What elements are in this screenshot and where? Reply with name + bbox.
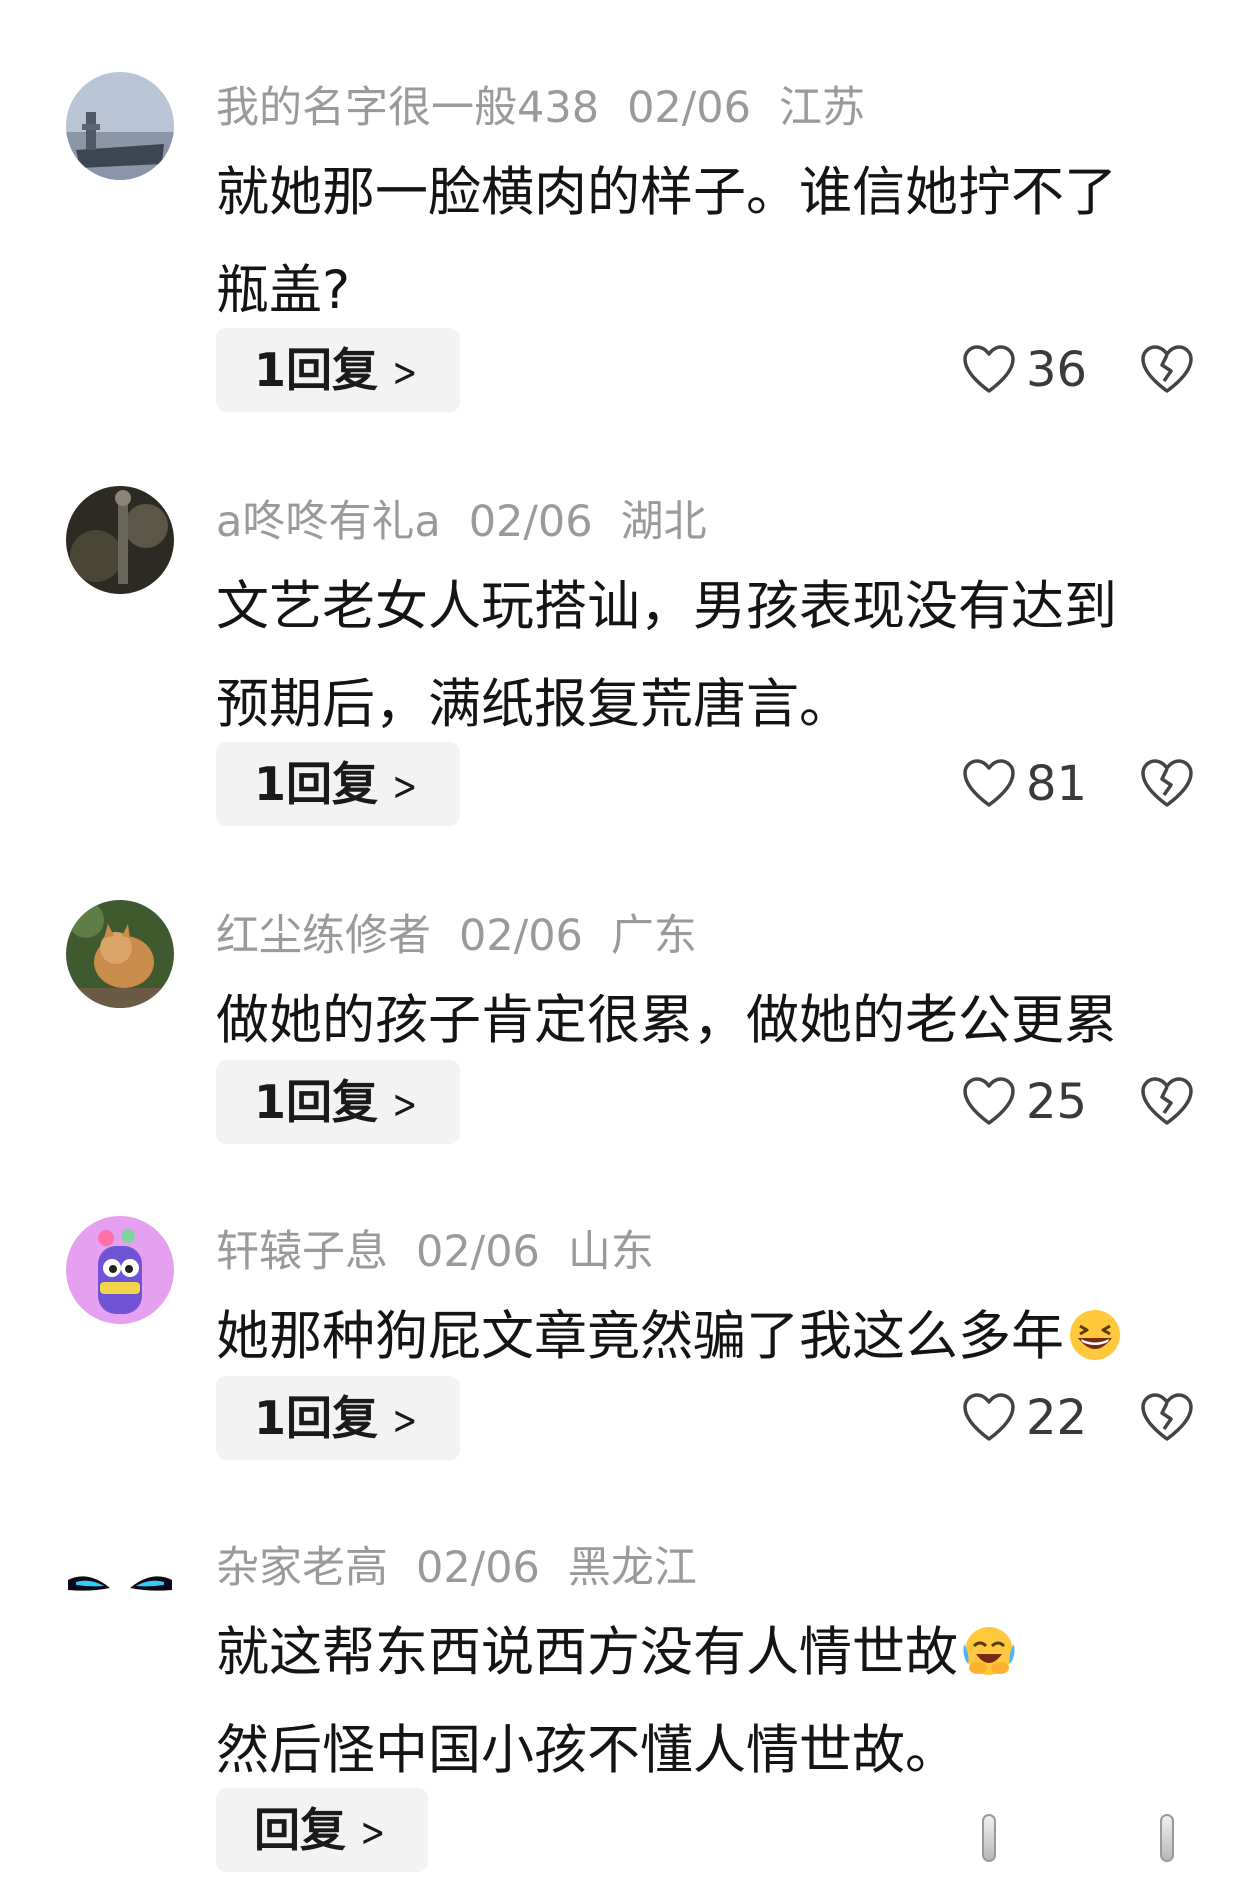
dislike-button[interactable] bbox=[1140, 1376, 1194, 1460]
comment-date: 02/06 bbox=[459, 911, 583, 961]
heart-outline-icon bbox=[963, 345, 1015, 393]
comment-meta: a咚咚有礼a 02/06 湖北 bbox=[216, 494, 735, 550]
comment-text[interactable]: 文艺老女人玩搭讪，男孩表现没有达到 预期后，满纸报复荒唐言。 bbox=[216, 558, 1216, 754]
chevron-right-icon: > bbox=[360, 1810, 386, 1856]
comment-line: 预期后，满纸报复荒唐言。 bbox=[216, 674, 852, 735]
like-button-partial[interactable] bbox=[982, 1814, 996, 1862]
username[interactable]: 杂家老高 bbox=[216, 1543, 388, 1593]
avatar[interactable] bbox=[66, 1532, 174, 1640]
like-button[interactable]: 36 bbox=[962, 328, 1087, 412]
comment-location: 山东 bbox=[567, 1227, 654, 1277]
chevron-right-icon: > bbox=[392, 1398, 418, 1444]
comment-location: 黑龙江 bbox=[567, 1543, 697, 1593]
comment-date: 02/06 bbox=[468, 497, 593, 547]
reply-label: 1回复 bbox=[254, 757, 379, 811]
heart-outline-icon bbox=[963, 1393, 1015, 1441]
like-button[interactable]: 25 bbox=[962, 1060, 1087, 1144]
comment-location: 江苏 bbox=[779, 83, 865, 133]
comment-location: 广东 bbox=[610, 911, 697, 961]
chevron-right-icon: > bbox=[392, 350, 418, 396]
broken-heart-icon bbox=[1141, 345, 1193, 393]
chevron-right-icon: > bbox=[392, 764, 418, 810]
comment-location: 湖北 bbox=[620, 497, 707, 547]
username[interactable]: 我的名字很一般438 bbox=[216, 83, 599, 133]
reply-button[interactable]: 1回复 > bbox=[216, 1376, 460, 1460]
reply-button[interactable]: 1回复 > bbox=[216, 1060, 460, 1144]
avatar[interactable] bbox=[66, 900, 174, 1008]
comment-text[interactable]: 做她的孩子肯定很累，做她的老公更累 bbox=[216, 972, 1216, 1070]
comment-text[interactable]: 她那种狗屁文章竟然骗了我这么多年 bbox=[216, 1288, 1216, 1386]
avatar[interactable] bbox=[66, 486, 174, 594]
reply-button[interactable]: 1回复 > bbox=[216, 742, 460, 826]
like-button[interactable]: 81 bbox=[962, 742, 1087, 826]
broken-heart-icon bbox=[1141, 1393, 1193, 1441]
username[interactable]: 红尘练修者 bbox=[216, 911, 431, 961]
reply-button[interactable]: 1回复 > bbox=[216, 328, 460, 412]
comment-text[interactable]: 就她那一脸横肉的样子。谁信她拧不了 瓶盖? bbox=[216, 144, 1216, 340]
comment-line: 她那种狗屁文章竟然骗了我这么多年 bbox=[216, 1288, 1216, 1386]
dislike-button[interactable] bbox=[1140, 1060, 1194, 1144]
heart-outline-icon bbox=[963, 759, 1015, 807]
username[interactable]: 轩辕子息 bbox=[216, 1227, 388, 1277]
chevron-right-icon: > bbox=[392, 1082, 418, 1128]
like-count: 81 bbox=[1026, 756, 1088, 812]
avatar[interactable] bbox=[66, 1216, 174, 1324]
broken-heart-icon bbox=[1141, 1077, 1193, 1125]
heart-outline-icon bbox=[963, 1077, 1015, 1125]
comment-meta: 我的名字很一般438 02/06 江苏 bbox=[216, 80, 893, 136]
comment-line: 就她那一脸横肉的样子。谁信她拧不了 bbox=[216, 162, 1117, 223]
reply-label: 1回复 bbox=[254, 343, 379, 397]
dislike-button[interactable] bbox=[1140, 328, 1194, 412]
comment-line: 瓶盖? bbox=[216, 260, 351, 321]
comment-meta: 轩辕子息 02/06 山东 bbox=[216, 1224, 682, 1280]
like-count: 36 bbox=[1026, 342, 1088, 398]
comment-text[interactable]: 就这帮东西说西方没有人情世故 然后怪中国小孩不懂人情世故。 bbox=[216, 1604, 1216, 1800]
username[interactable]: a咚咚有礼a bbox=[216, 497, 441, 547]
comment-line-text: 就这帮东西说西方没有人情世故 bbox=[216, 1622, 958, 1683]
comment-line: 文艺老女人玩搭讪，男孩表现没有达到 bbox=[216, 576, 1117, 637]
comment-date: 02/06 bbox=[416, 1227, 540, 1277]
comment-date: 02/06 bbox=[416, 1543, 540, 1593]
comment-date: 02/06 bbox=[627, 83, 751, 133]
comment-line: 就这帮东西说西方没有人情世故 bbox=[216, 1604, 1216, 1702]
reply-button[interactable]: 回复 > bbox=[216, 1788, 428, 1872]
broken-heart-icon bbox=[1141, 759, 1193, 807]
grinning-squint-emoji bbox=[1070, 1310, 1120, 1361]
dislike-button-partial[interactable] bbox=[1160, 1814, 1174, 1862]
reply-label: 回复 bbox=[254, 1803, 346, 1857]
reply-label: 1回复 bbox=[254, 1075, 379, 1129]
comment-line: 然后怪中国小孩不懂人情世故。 bbox=[216, 1720, 958, 1781]
dislike-button[interactable] bbox=[1140, 742, 1194, 826]
crying-laughing-emoji bbox=[963, 1627, 1015, 1676]
comment-line: 做她的孩子肯定很累，做她的老公更累 bbox=[216, 990, 1117, 1051]
avatar[interactable] bbox=[66, 72, 174, 180]
like-button[interactable]: 22 bbox=[962, 1376, 1087, 1460]
reply-label: 1回复 bbox=[254, 1391, 379, 1445]
comment-meta: 红尘练修者 02/06 广东 bbox=[216, 908, 725, 964]
like-count: 22 bbox=[1026, 1390, 1088, 1446]
comment-line-text: 她那种狗屁文章竟然骗了我这么多年 bbox=[216, 1306, 1064, 1367]
comment-meta: 杂家老高 02/06 黑龙江 bbox=[216, 1540, 725, 1596]
like-count: 25 bbox=[1026, 1074, 1088, 1130]
